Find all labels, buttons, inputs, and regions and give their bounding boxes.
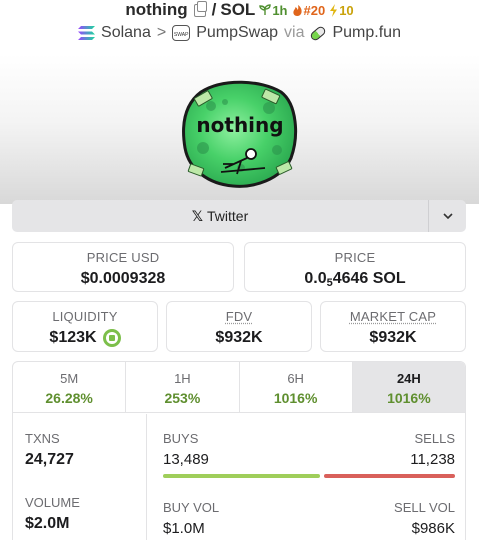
pair-title: nothing / SOL 1h #20 10 <box>0 0 479 20</box>
fdv-card: FDV $932K <box>166 301 312 352</box>
price-native-prefix: 0.0 <box>304 270 326 287</box>
tab-24h[interactable]: 24H 1016% <box>353 362 465 412</box>
socials-dropdown-button[interactable] <box>428 200 466 232</box>
buys-value: 13,489 <box>163 451 209 468</box>
volume-label: VOLUME <box>13 495 146 510</box>
tab-5m-label: 5M <box>13 371 125 386</box>
tab-1h-change: 253% <box>126 390 238 406</box>
buy-vol-label: BUY VOL <box>163 500 219 515</box>
tab-6h-label: 6H <box>240 371 352 386</box>
dex-link[interactable]: PumpSwap <box>196 24 278 42</box>
fdv-label[interactable]: FDV <box>167 309 311 324</box>
pair-route: Solana > SWAP PumpSwap via Pump.fun <box>0 22 479 44</box>
lightning-icon <box>329 4 338 17</box>
txns-value: 24,727 <box>13 451 146 469</box>
sells-label: SELLS <box>415 431 455 446</box>
timeframe-panel: 5M 26.28% 1H 253% 6H 1016% 24H 1016% TXN… <box>12 361 466 540</box>
pumpfun-icon <box>309 24 327 41</box>
tab-24h-change: 1016% <box>353 390 465 406</box>
trending-rank[interactable]: #20 <box>292 3 326 18</box>
price-usd-label: PRICE USD <box>13 250 233 265</box>
price-native-card: PRICE 0.054646 SOL <box>244 242 466 292</box>
tab-1h-label: 1H <box>126 371 238 386</box>
liquidity-card: LIQUIDITY $123K <box>12 301 158 352</box>
txns-ratio-bar <box>163 474 455 478</box>
liquidity-lock-icon[interactable] <box>103 329 121 347</box>
price-native-suffix: 4646 SOL <box>333 270 406 287</box>
liquidity-label: LIQUIDITY <box>13 309 157 324</box>
fdv-value: $932K <box>167 329 311 347</box>
liquidity-value: $123K <box>49 329 96 347</box>
seedling-icon <box>259 4 271 16</box>
boost-value: 10 <box>339 3 353 18</box>
market-cap-value: $932K <box>321 329 465 347</box>
txns-label: TXNS <box>13 431 146 446</box>
sell-vol-value: $986K <box>412 520 455 537</box>
price-usd-value: $0.0009328 <box>13 270 233 288</box>
tab-6h[interactable]: 6H 1016% <box>240 362 353 412</box>
socials-bar: 𝕏 Twitter <box>12 200 466 232</box>
pair-age: 1h <box>259 3 287 18</box>
price-usd-card: PRICE USD $0.0009328 <box>12 242 234 292</box>
via-label: via <box>284 24 304 42</box>
sells-value: 11,238 <box>410 451 455 468</box>
buys-label: BUYS <box>163 431 198 446</box>
totals-column: TXNS 24,727 VOLUME $2.0M <box>13 414 147 540</box>
tab-5m-change: 26.28% <box>13 390 125 406</box>
logo-text: nothing <box>196 113 283 137</box>
x-logo-icon: 𝕏 <box>192 208 203 225</box>
launchpad-link[interactable]: Pump.fun <box>332 24 400 42</box>
chevron-right-icon: > <box>157 24 166 42</box>
quote-symbol: SOL <box>220 0 255 20</box>
sell-vol-label: SELL VOL <box>394 500 455 515</box>
rank-value: #20 <box>304 3 326 18</box>
token-symbol: nothing <box>125 0 187 20</box>
tab-1h[interactable]: 1H 253% <box>126 362 239 412</box>
tab-5m[interactable]: 5M 26.28% <box>13 362 126 412</box>
market-cap-card: MARKET CAP $932K <box>320 301 466 352</box>
token-logo: nothing <box>181 78 299 188</box>
market-cap-label[interactable]: MARKET CAP <box>321 309 465 324</box>
timeframe-tabs: 5M 26.28% 1H 253% 6H 1016% 24H 1016% <box>13 362 465 413</box>
twitter-button[interactable]: 𝕏 Twitter <box>12 200 428 232</box>
buy-sell-column: BUYS SELLS 13,489 11,238 BUY VOL SELL VO… <box>163 414 455 540</box>
fire-icon <box>292 4 303 17</box>
boost-count[interactable]: 10 <box>329 3 353 18</box>
volume-value: $2.0M <box>13 515 146 533</box>
pair-separator: / <box>212 0 217 20</box>
chain-link[interactable]: Solana <box>101 24 151 42</box>
txns-buy-bar <box>163 474 320 478</box>
tab-24h-label: 24H <box>353 371 465 386</box>
copy-icon[interactable] <box>194 4 206 17</box>
price-native-value: 0.054646 SOL <box>245 270 465 289</box>
twitter-label: Twitter <box>207 208 248 224</box>
txns-sell-bar <box>324 474 455 478</box>
buy-vol-value: $1.0M <box>163 520 205 537</box>
pumpswap-icon: SWAP <box>172 25 190 41</box>
age-value: 1h <box>272 3 287 18</box>
price-native-label: PRICE <box>245 250 465 265</box>
solana-icon <box>78 26 95 40</box>
chevron-down-icon <box>443 213 453 219</box>
tab-6h-change: 1016% <box>240 390 352 406</box>
